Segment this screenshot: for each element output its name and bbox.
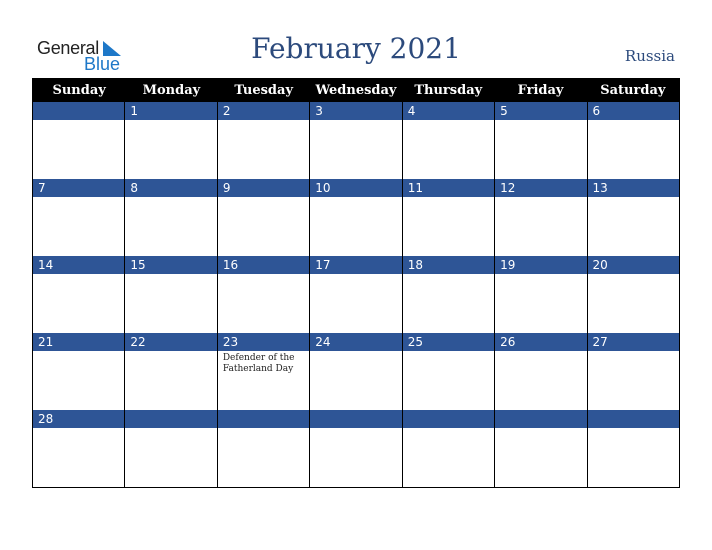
day-number — [310, 410, 402, 428]
weekday-friday: Friday — [517, 83, 564, 98]
weekday-wednesday: Wednesday — [315, 83, 397, 98]
day-number: 25 — [402, 333, 495, 351]
weekday-monday: Monday — [142, 83, 201, 98]
day-number: 5 — [495, 102, 587, 120]
week-row: 7 8 9 10 11 12 13 — [33, 179, 679, 256]
day-cell[interactable]: 7 — [33, 179, 125, 256]
week-row: 14 15 16 17 18 19 20 — [33, 256, 679, 333]
day-number: 2 — [217, 102, 310, 120]
calendar-title: February 2021 — [251, 32, 461, 65]
day-cell[interactable]: 19 — [494, 256, 587, 333]
day-number: 26 — [495, 333, 587, 351]
day-cell[interactable] — [494, 410, 587, 487]
day-number — [33, 102, 125, 120]
day-cell[interactable]: 17 — [309, 256, 402, 333]
day-cell[interactable] — [586, 410, 679, 487]
day-number: 21 — [33, 333, 125, 351]
day-number: 8 — [125, 179, 217, 197]
day-number: 15 — [125, 256, 217, 274]
day-number: 12 — [495, 179, 587, 197]
day-number: 11 — [402, 179, 495, 197]
day-number — [587, 410, 679, 428]
day-cell[interactable]: 26 — [494, 333, 587, 410]
day-number: 3 — [310, 102, 402, 120]
day-number: 22 — [125, 333, 217, 351]
day-cell[interactable]: 5 — [494, 102, 587, 179]
day-number — [402, 410, 495, 428]
day-cell[interactable]: 27 — [586, 333, 679, 410]
day-number: 4 — [402, 102, 495, 120]
day-cell[interactable]: 11 — [401, 179, 495, 256]
day-cell[interactable]: 24 — [309, 333, 402, 410]
day-cell[interactable] — [33, 102, 125, 179]
day-number: 7 — [33, 179, 125, 197]
calendar-grid: Sunday Monday Tuesday Wednesday Thursday… — [32, 78, 680, 488]
day-number: 27 — [587, 333, 679, 351]
day-number — [217, 410, 310, 428]
day-cell[interactable]: 16 — [216, 256, 310, 333]
day-number: 10 — [310, 179, 402, 197]
day-number — [495, 410, 587, 428]
weekday-tuesday: Tuesday — [234, 83, 293, 98]
day-number: 9 — [217, 179, 310, 197]
day-cell[interactable]: 9 — [216, 179, 310, 256]
country-label: Russia — [624, 47, 675, 65]
day-cell[interactable]: 2 — [216, 102, 310, 179]
day-number: 24 — [310, 333, 402, 351]
holiday-event: Defender of the Fatherland Day — [222, 353, 295, 374]
day-cell[interactable] — [401, 410, 495, 487]
weekday-thursday: Thursday — [414, 83, 483, 98]
day-cell[interactable]: 6 — [586, 102, 679, 179]
day-number: 17 — [310, 256, 402, 274]
day-cell[interactable]: 8 — [124, 179, 217, 256]
day-number: 18 — [402, 256, 495, 274]
day-number: 14 — [33, 256, 125, 274]
day-number: 1 — [125, 102, 217, 120]
week-row: 21 22 23 Defender of the Fatherland Day 24 25… — [33, 333, 679, 410]
day-cell[interactable] — [124, 410, 217, 487]
day-number: 20 — [587, 256, 679, 274]
day-cell[interactable]: 4 — [401, 102, 495, 179]
day-cell[interactable]: 3 — [309, 102, 402, 179]
day-cell[interactable] — [216, 410, 310, 487]
day-cell[interactable]: 28 — [33, 410, 125, 487]
day-cell[interactable]: 23 Defender of the Fatherland Day — [216, 333, 310, 410]
week-row: 28 — [33, 410, 679, 487]
day-cell[interactable]: 21 — [33, 333, 125, 410]
day-number: 13 — [587, 179, 679, 197]
weekday-header: Sunday Monday Tuesday Wednesday Thursday… — [33, 79, 679, 102]
day-cell[interactable]: 18 — [401, 256, 495, 333]
day-cell[interactable]: 1 — [124, 102, 217, 179]
day-number: 16 — [217, 256, 310, 274]
day-cell[interactable]: 10 — [309, 179, 402, 256]
day-cell[interactable]: 20 — [586, 256, 679, 333]
day-number: 23 — [217, 333, 310, 351]
day-number: 19 — [495, 256, 587, 274]
day-number: 6 — [587, 102, 679, 120]
weekday-sunday: Sunday — [52, 83, 106, 98]
day-cell[interactable] — [309, 410, 402, 487]
week-row: 123456 — [33, 102, 679, 179]
day-cell[interactable]: 12 — [494, 179, 587, 256]
day-number — [125, 410, 217, 428]
day-cell[interactable]: 25 — [401, 333, 495, 410]
weekday-saturday: Saturday — [600, 83, 666, 98]
day-cell[interactable]: 22 — [124, 333, 217, 410]
day-number: 28 — [33, 410, 125, 428]
day-cell[interactable]: 13 — [586, 179, 679, 256]
day-cell[interactable]: 15 — [124, 256, 217, 333]
day-cell[interactable]: 14 — [33, 256, 125, 333]
